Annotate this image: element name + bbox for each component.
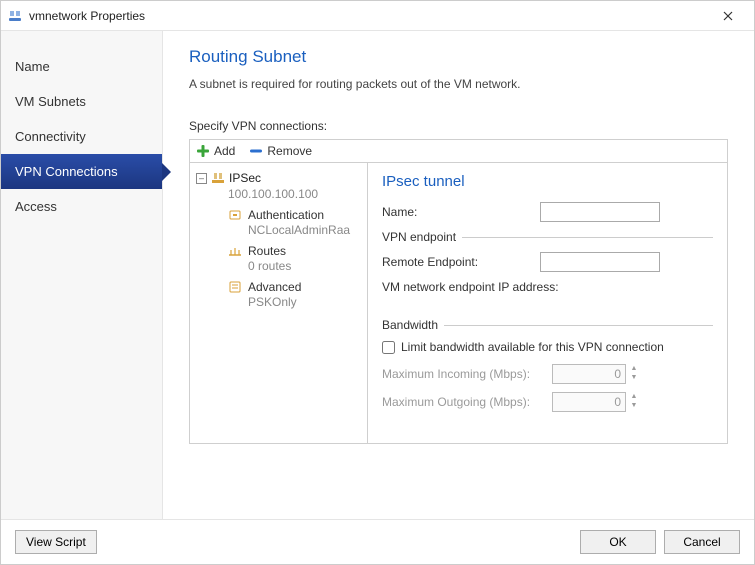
max-incoming-row: Maximum Incoming (Mbps): ▲ ▼ [382,364,713,384]
remote-endpoint-row: Remote Endpoint: [382,252,713,272]
vpn-endpoint-group: VPN endpoint [382,230,713,244]
authentication-icon [228,208,242,222]
tree-root[interactable]: – IPSec [194,169,363,187]
specify-label: Specify VPN connections: [189,119,728,133]
footer: View Script OK Cancel [1,519,754,564]
window-title: vmnetwork Properties [29,9,708,23]
sidebar-item-access[interactable]: Access [1,189,162,224]
remove-button[interactable]: Remove [249,144,312,158]
max-outgoing-row: Maximum Outgoing (Mbps): ▲ ▼ [382,392,713,412]
tree-child-sub: PSKOnly [248,295,363,309]
expander-icon[interactable]: – [196,173,207,184]
tree-child-label: Advanced [248,280,301,294]
tree-child-sub: NCLocalAdminRaa [248,223,363,237]
group-label: Bandwidth [382,318,438,332]
tree-child-sub: 0 routes [248,259,363,273]
group-divider [444,325,713,326]
spin-up-icon: ▲ [628,364,640,373]
limit-bandwidth-row: Limit bandwidth available for this VPN c… [382,340,713,354]
tree-child-label: Authentication [248,208,324,222]
add-label: Add [214,144,235,158]
max-incoming-input [552,364,626,384]
tree-child-label: Routes [248,244,286,258]
close-button[interactable] [708,2,748,30]
remote-endpoint-input[interactable] [540,252,660,272]
page-description: A subnet is required for routing packets… [189,77,728,91]
bandwidth-group: Bandwidth [382,318,713,332]
tree-child-authentication[interactable]: Authentication [228,205,363,223]
sidebar: Name VM Subnets Connectivity VPN Connect… [1,31,163,519]
max-outgoing-input [552,392,626,412]
detail-panel: IPsec tunnel Name: VPN endpoint Remote E… [368,163,727,443]
titlebar: vmnetwork Properties [1,1,754,31]
max-outgoing-label: Maximum Outgoing (Mbps): [382,395,552,409]
add-icon [196,144,210,158]
tree-root-label: IPSec [229,171,261,185]
vm-endpoint-label: VM network endpoint IP address: [382,280,713,294]
sidebar-item-connectivity[interactable]: Connectivity [1,119,162,154]
sidebar-item-vm-subnets[interactable]: VM Subnets [1,84,162,119]
detail-heading: IPsec tunnel [382,173,713,190]
body: Name VM Subnets Connectivity VPN Connect… [1,31,754,519]
routes-icon [228,244,242,258]
limit-bandwidth-label: Limit bandwidth available for this VPN c… [401,340,664,354]
tree-child-routes[interactable]: Routes [228,241,363,259]
toolbar: Add Remove [190,140,727,163]
tree: – IPSec 100.100.100.100 [190,163,368,443]
group-divider [462,237,713,238]
page-heading: Routing Subnet [189,47,728,67]
max-outgoing-spinner: ▲ ▼ [628,392,640,412]
app-icon [7,8,23,24]
max-incoming-spinner: ▲ ▼ [628,364,640,384]
sidebar-item-vpn-connections[interactable]: VPN Connections [1,154,162,189]
remote-endpoint-label: Remote Endpoint: [382,255,532,269]
tree-root-sub: 100.100.100.100 [228,187,363,201]
spin-up-icon: ▲ [628,392,640,401]
spin-down-icon: ▼ [628,373,640,382]
view-script-button[interactable]: View Script [15,530,97,554]
remove-label: Remove [267,144,312,158]
vpn-box: Add Remove – [189,139,728,444]
add-button[interactable]: Add [196,144,235,158]
name-row: Name: [382,202,713,222]
limit-bandwidth-checkbox[interactable] [382,341,395,354]
window: vmnetwork Properties Name VM Subnets Con… [0,0,755,565]
remove-icon [249,144,263,158]
spin-down-icon: ▼ [628,401,640,410]
cancel-button[interactable]: Cancel [664,530,740,554]
tree-child-advanced[interactable]: Advanced [228,277,363,295]
advanced-icon [228,280,242,294]
name-input[interactable] [540,202,660,222]
max-incoming-label: Maximum Incoming (Mbps): [382,367,552,381]
tree-and-detail: – IPSec 100.100.100.100 [190,163,727,443]
group-label: VPN endpoint [382,230,456,244]
ok-button[interactable]: OK [580,530,656,554]
sidebar-item-name[interactable]: Name [1,49,162,84]
name-label: Name: [382,205,532,219]
main-panel: Routing Subnet A subnet is required for … [163,31,754,519]
ipsec-icon [211,171,225,185]
